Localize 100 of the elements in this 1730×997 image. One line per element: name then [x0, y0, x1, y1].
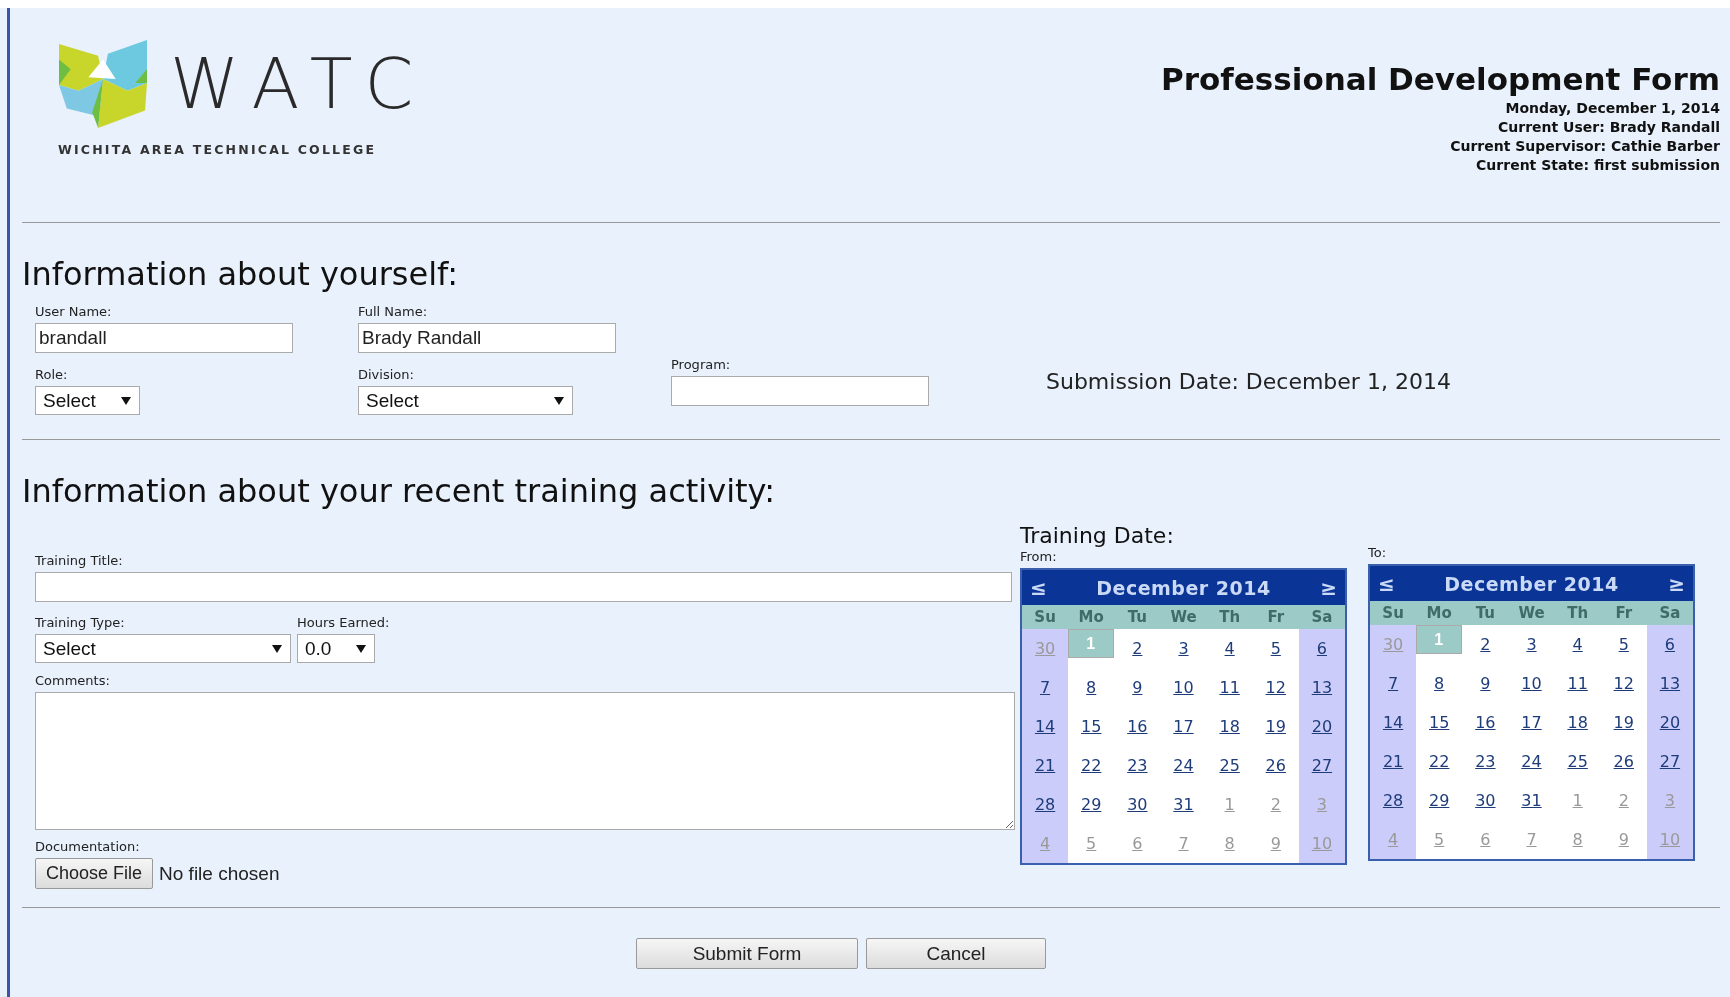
calendar-day[interactable]: 29	[1429, 791, 1450, 811]
field-label: Full Name:	[358, 304, 429, 321]
calendar-day[interactable]: 6	[1664, 635, 1675, 655]
calendar-day[interactable]: 10	[1173, 678, 1194, 698]
calendar-day[interactable]: 3	[1526, 635, 1537, 655]
weekday-label: Mo	[1077, 608, 1105, 627]
header-info-line: Current User: Brady Randall	[1497, 118, 1720, 138]
calendar-day[interactable]: 22	[1081, 756, 1102, 776]
field-label: Training Type:	[35, 615, 126, 632]
program-field[interactable]	[671, 376, 929, 407]
calendar-day[interactable]: 16	[1127, 717, 1148, 737]
previous-month-link[interactable]: ≤	[1030, 575, 1047, 600]
field-label: Program:	[671, 357, 732, 374]
weekday-label: Sa	[1658, 604, 1682, 623]
header-info-line: Current State: first submission	[1475, 156, 1720, 176]
training-date-heading: Training Date:	[1020, 523, 1175, 550]
calendar-day[interactable]: 4	[1224, 639, 1235, 659]
calendar-day[interactable]: 25	[1567, 752, 1588, 772]
training-type-dropdown[interactable]: Select	[35, 634, 291, 664]
calendar-day[interactable]: 17	[1521, 713, 1542, 733]
calendar-day[interactable]: 23	[1475, 752, 1496, 772]
calendar-day[interactable]: 22	[1429, 752, 1450, 772]
caret-icon	[121, 396, 131, 405]
calendar-day[interactable]: 2	[1480, 635, 1491, 655]
caret-icon	[356, 644, 366, 653]
logo-icon	[58, 40, 148, 128]
calendar-day[interactable]: 5	[1270, 639, 1281, 659]
calendar-day[interactable]: 15	[1429, 713, 1450, 733]
calendar-day[interactable]: 8	[1086, 678, 1097, 698]
calendar-day[interactable]: 15	[1081, 717, 1102, 737]
calendar-day[interactable]: 3	[1178, 639, 1189, 659]
calendar-day[interactable]: 17	[1173, 717, 1194, 737]
calendar-day[interactable]: 6	[1316, 639, 1327, 659]
submission-date: Submission Date: December 1, 2014	[1046, 368, 1452, 395]
calendar-day[interactable]: 7	[1387, 674, 1399, 694]
calendar-day[interactable]: 5	[1618, 635, 1629, 655]
calendar-day[interactable]: 9	[1132, 678, 1143, 698]
next-month-link[interactable]: ≥	[1668, 571, 1685, 596]
calendar-day[interactable]: 7	[1039, 678, 1051, 698]
comments-field[interactable]	[35, 692, 1015, 831]
field-label: Role:	[35, 367, 69, 384]
weekday-label: Fr	[1266, 608, 1286, 627]
full-name-field[interactable]: Brady Randall	[358, 323, 616, 354]
calendar-day[interactable]: 19	[1265, 717, 1286, 737]
weekday-label: Tu	[1474, 604, 1496, 623]
calendar-day[interactable]: 16	[1475, 713, 1496, 733]
calendar-day[interactable]: 31	[1173, 795, 1194, 815]
choose-file-button[interactable]: Choose File	[35, 858, 154, 890]
field-label: Training Title:	[35, 553, 124, 570]
calendar-day[interactable]: 12	[1265, 678, 1286, 698]
weekday-label: Mo	[1425, 604, 1453, 623]
calendar-day[interactable]: 10	[1521, 674, 1542, 694]
weekday-label: We	[1517, 604, 1546, 623]
calendar-day[interactable]: 29	[1081, 795, 1102, 815]
calendar-day[interactable]: 4	[1572, 635, 1583, 655]
field-label: Division:	[358, 367, 415, 384]
calendar-day[interactable]: 23	[1127, 756, 1148, 776]
field-label: Documentation:	[35, 839, 141, 856]
calendar-label: From:	[1020, 549, 1058, 566]
calendar-day[interactable]: 24	[1173, 756, 1194, 776]
section-heading: Information about your recent training activity:	[22, 474, 776, 510]
training-title-field[interactable]	[35, 572, 1012, 603]
weekday-label: Tu	[1126, 608, 1148, 627]
logo-wordmark: WATC	[170, 49, 430, 119]
calendar-day[interactable]: 31	[1521, 791, 1542, 811]
calendar-day[interactable]: 30	[1127, 795, 1148, 815]
calendar-day[interactable]: 30	[1475, 791, 1496, 811]
caret-icon	[554, 396, 564, 405]
cancel-button[interactable]: Cancel	[866, 938, 1046, 970]
calendar-day[interactable]: 9	[1480, 674, 1491, 694]
hours-dropdown[interactable]: 0.0	[297, 634, 375, 664]
calendar-day[interactable]: 25	[1219, 756, 1240, 776]
calendar-day[interactable]: 19	[1613, 713, 1634, 733]
calendar-day[interactable]: 11	[1567, 674, 1588, 694]
user-name-field[interactable]: brandall	[35, 323, 293, 354]
college-name: WICHITA AREA TECHNICAL COLLEGE	[58, 142, 378, 157]
weekday-label: Su	[1033, 608, 1057, 627]
section-heading: Information about yourself:	[22, 257, 459, 293]
calendar-day[interactable]: 12	[1613, 674, 1634, 694]
calendar-day[interactable]: 26	[1265, 756, 1286, 776]
submit-button[interactable]: Submit Form	[636, 938, 858, 970]
calendar-label: To:	[1368, 545, 1388, 562]
month-title: December 2014	[1096, 576, 1271, 599]
role-dropdown[interactable]: Select	[35, 386, 140, 416]
header-info-line: Current Supervisor: Cathie Barber	[1449, 137, 1720, 157]
calendar-day[interactable]: 24	[1521, 752, 1542, 772]
field-label: Comments:	[35, 673, 111, 690]
next-month-link[interactable]: ≥	[1320, 575, 1337, 600]
calendar-day[interactable]: 26	[1613, 752, 1634, 772]
calendar-day[interactable]: 18	[1219, 717, 1240, 737]
calendar-day[interactable]: 11	[1219, 678, 1240, 698]
previous-month-link[interactable]: ≤	[1378, 571, 1395, 596]
field-label: Hours Earned:	[297, 615, 390, 632]
file-status: No file chosen	[159, 862, 280, 885]
calendar-day[interactable]: 18	[1567, 713, 1588, 733]
field-label: User Name:	[35, 304, 113, 321]
caret-icon	[272, 644, 282, 653]
calendar-day[interactable]: 8	[1434, 674, 1445, 694]
division-dropdown[interactable]: Select	[358, 386, 573, 416]
calendar-day[interactable]: 2	[1132, 639, 1143, 659]
